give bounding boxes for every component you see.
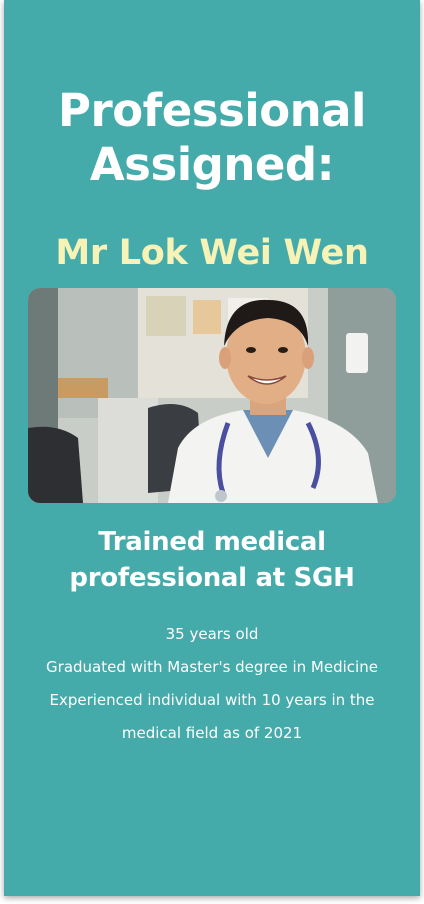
page-title: Professional Assigned: <box>4 84 420 192</box>
professional-card: Professional Assigned: Mr Lok Wei Wen Tr… <box>4 0 420 896</box>
details-section: 35 years old Graduated with Master's deg… <box>4 618 420 750</box>
detail-experience: Experienced individual with 10 years in … <box>49 691 375 742</box>
subtitle: Trained medical professional at SGH <box>4 524 420 596</box>
detail-age: 35 years old <box>165 625 259 643</box>
professional-name: Mr Lok Wei Wen <box>55 233 369 273</box>
subtitle-line-1: Trained medical <box>98 527 326 557</box>
title-line-1: Professional <box>58 84 366 137</box>
title-line-2: Assigned: <box>89 138 335 191</box>
subtitle-line-2: professional at SGH <box>69 563 355 593</box>
detail-education: Graduated with Master's degree in Medici… <box>46 658 378 676</box>
doctor-photo <box>28 288 396 503</box>
